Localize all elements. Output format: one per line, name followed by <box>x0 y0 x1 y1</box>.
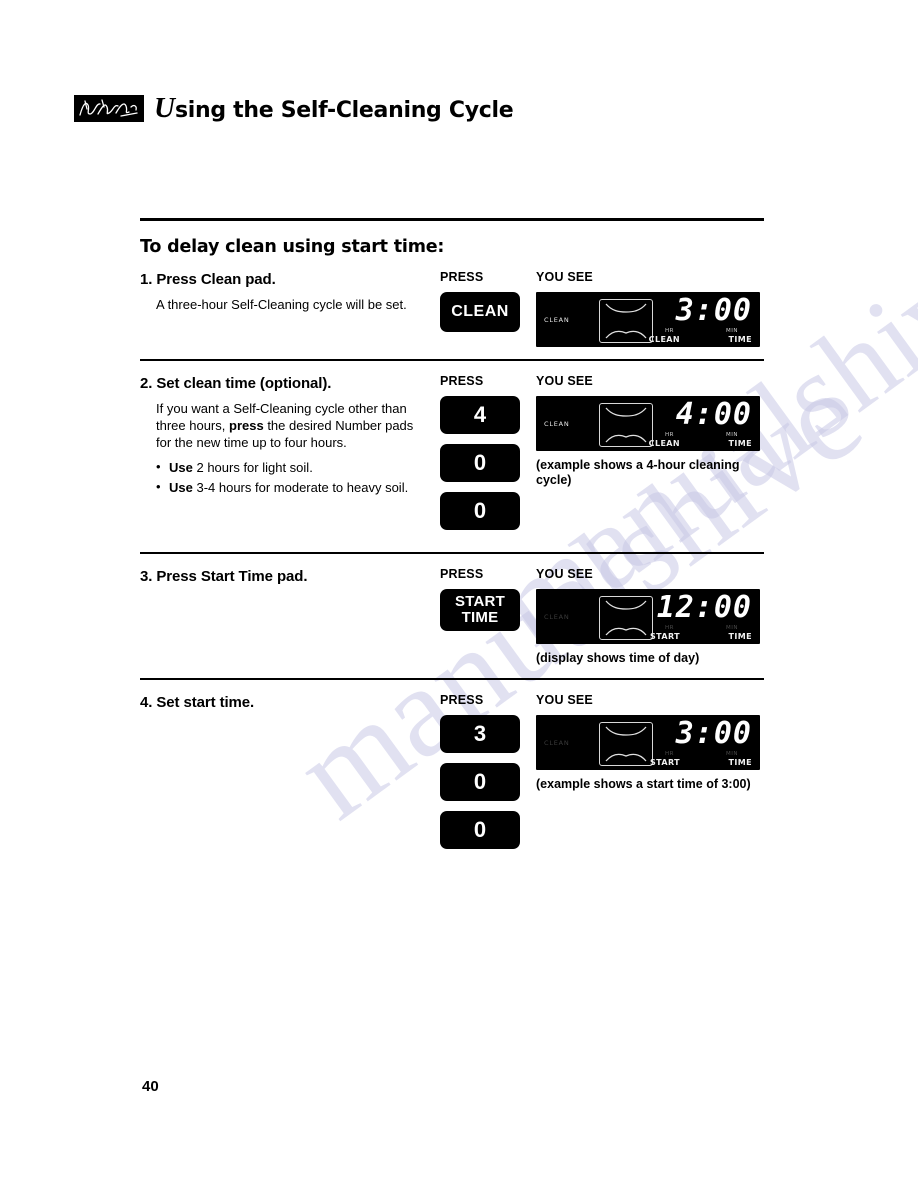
display-3-digits: 12:00 <box>656 589 752 625</box>
step-4-you-see-column: YOU SEE CLEAN 3:00 HR MIN START TIME (ex… <box>536 680 764 793</box>
step-1-body-line1: A three-hour Self-Cleaning cycle will <box>156 296 365 312</box>
display-2-clean-indicator: CLEAN <box>544 419 570 428</box>
step-2-bullet-2-rest: 3-4 hours for moderate to heavy soil. <box>192 479 409 495</box>
step-1-text: 1. Press Clean pad. A three-hour Self-Cl… <box>140 257 440 322</box>
step-2-bullet-list: Use 2 hours for light soil. Use 3-4 hour… <box>156 459 414 497</box>
display-3-min-label: MIN <box>726 624 738 631</box>
press-column-label-2: PRESS <box>440 373 484 388</box>
number-pad-0-fourth[interactable]: 0 <box>440 811 520 850</box>
display-1-min-label: MIN <box>726 327 738 334</box>
press-column-label-3: PRESS <box>440 566 484 581</box>
start-time-pad-button[interactable]: START TIME <box>440 588 520 631</box>
step-1-title: 1. Press Clean pad. <box>140 270 276 288</box>
step-2-paragraph: If you want a Self-Cleaning cycle other … <box>156 400 414 451</box>
step-2-bullet-2-bold: Use <box>169 479 193 495</box>
you-see-column-label-4: YOU SEE <box>536 693 593 708</box>
page-title-dropcap: U <box>154 92 175 124</box>
step-4-text: 4. Set start time. <box>140 680 440 719</box>
page-number: 40 <box>142 1078 159 1095</box>
start-time-pad-line1: START <box>455 592 505 610</box>
number-pad-3[interactable]: 3 <box>440 715 520 754</box>
oven-cavity-icon-4 <box>599 722 653 767</box>
step-3-you-see-column: YOU SEE CLEAN 12:00 HR MIN START TIME (d… <box>536 554 764 667</box>
clean-pad-button[interactable]: CLEAN <box>440 291 520 332</box>
display-3-function-right: TIME <box>728 631 752 641</box>
display-1-hr-label: HR <box>665 327 674 334</box>
display-4-function-right: TIME <box>728 758 752 768</box>
press-column-label-4: PRESS <box>440 693 484 708</box>
display-3-clean-indicator: CLEAN <box>544 612 570 621</box>
number-pad-0-second[interactable]: 0 <box>440 491 520 530</box>
display-2-function-right: TIME <box>728 438 752 448</box>
oven-display-panel-4: CLEAN 3:00 HR MIN START TIME <box>536 715 760 771</box>
step-2-bullet-2: Use 3-4 hours for moderate to heavy soil… <box>156 479 414 497</box>
display-4-min-label: MIN <box>726 751 738 758</box>
number-pad-4[interactable]: 4 <box>440 395 520 434</box>
step-2-title: 2. Set clean time (optional). <box>140 374 332 392</box>
page-title-rest: sing the Self-Cleaning Cycle <box>174 98 514 123</box>
oven-display-panel-3: CLEAN 12:00 HR MIN START TIME <box>536 588 760 644</box>
brand-signature-logo-icon <box>74 95 144 122</box>
step-2-bullet-1-rest: 2 hours for light soil. <box>192 459 313 475</box>
display-2-hr-label: HR <box>665 431 674 438</box>
step-4-press-column: PRESS 3 0 0 <box>440 680 536 859</box>
step-row-1: 1. Press Clean pad. A three-hour Self-Cl… <box>140 257 764 347</box>
content-column: To delay clean using start time: 1. Pres… <box>140 218 764 859</box>
display-2-min-label: MIN <box>726 431 738 438</box>
step-1-press-column: PRESS CLEAN <box>440 257 536 342</box>
start-time-pad-line2: TIME <box>461 608 499 626</box>
page-header: Using the Self-Cleaning Cycle <box>74 92 514 125</box>
display-4-digits: 3:00 <box>675 716 752 752</box>
you-see-column-label-3: YOU SEE <box>536 566 593 581</box>
you-see-column-label-2: YOU SEE <box>536 373 593 388</box>
step-row-3: 3. Press Start Time pad. PRESS START TIM… <box>140 554 764 667</box>
display-4-clean-indicator: CLEAN <box>544 739 570 748</box>
step-2-you-see-column: YOU SEE CLEAN 4:00 HR MIN CLEAN TIME (ex… <box>536 361 764 489</box>
oven-cavity-icon-1 <box>599 298 653 343</box>
display-3-function-left: START <box>649 631 680 641</box>
number-pad-0-first[interactable]: 0 <box>440 443 520 482</box>
display-2-caption-line1: (example shows a 4-hour <box>536 457 686 472</box>
page-title: Using the Self-Cleaning Cycle <box>154 92 514 125</box>
oven-display-panel-2: CLEAN 4:00 HR MIN CLEAN TIME <box>536 395 760 451</box>
section-heading: To delay clean using start time: <box>140 236 445 257</box>
step-1-body-line2: be set. <box>367 296 407 312</box>
step-4-title: 4. Set start time. <box>140 694 255 712</box>
step-2-text: 2. Set clean time (optional). If you wan… <box>140 361 440 500</box>
oven-display-panel-1: CLEAN 3:00 HR MIN CLEAN TIME <box>536 291 760 347</box>
display-4-hr-label: HR <box>665 751 674 758</box>
step-row-4: 4. Set start time. PRESS 3 0 0 YOU SEE C… <box>140 680 764 859</box>
display-1-clean-indicator: CLEAN <box>544 315 570 324</box>
display-4-caption: (example shows a start time of 3:00) <box>536 777 751 792</box>
step-1-body: A three-hour Self-Cleaning cycle will be… <box>156 296 414 313</box>
display-3-caption: (display shows time of day) <box>536 650 700 665</box>
step-2-body-bold: press <box>229 417 264 433</box>
you-see-column-label-1: YOU SEE <box>536 269 593 284</box>
divider-top <box>140 218 764 221</box>
display-1-function-right: TIME <box>728 334 752 344</box>
step-row-2: 2. Set clean time (optional). If you wan… <box>140 361 764 540</box>
display-3-hr-label: HR <box>665 624 674 631</box>
oven-cavity-icon-2 <box>599 402 653 447</box>
oven-cavity-icon-3 <box>599 595 653 640</box>
display-2-caption: (example shows a 4-hour cleaning cycle) <box>536 458 764 489</box>
step-2-press-column: PRESS 4 0 0 <box>440 361 536 540</box>
step-2-bullet-1: Use 2 hours for light soil. <box>156 459 414 477</box>
number-pad-0-third[interactable]: 0 <box>440 763 520 802</box>
step-2-body: If you want a Self-Cleaning cycle other … <box>156 400 414 497</box>
display-1-digits: 3:00 <box>675 292 752 328</box>
step-3-text: 3. Press Start Time pad. <box>140 554 440 593</box>
step-2-bullet-1-bold: Use <box>169 459 193 475</box>
step-1-you-see-column: YOU SEE CLEAN 3:00 HR MIN CLEAN TIME <box>536 257 764 347</box>
step-3-press-column: PRESS START TIME <box>440 554 536 641</box>
display-1-function-left: CLEAN <box>648 334 680 344</box>
display-4-function-left: START <box>649 758 680 768</box>
step-3-title: 3. Press Start Time pad. <box>140 567 308 585</box>
press-column-label-1: PRESS <box>440 269 484 284</box>
display-2-function-left: CLEAN <box>648 438 680 448</box>
display-2-digits: 4:00 <box>675 396 752 432</box>
